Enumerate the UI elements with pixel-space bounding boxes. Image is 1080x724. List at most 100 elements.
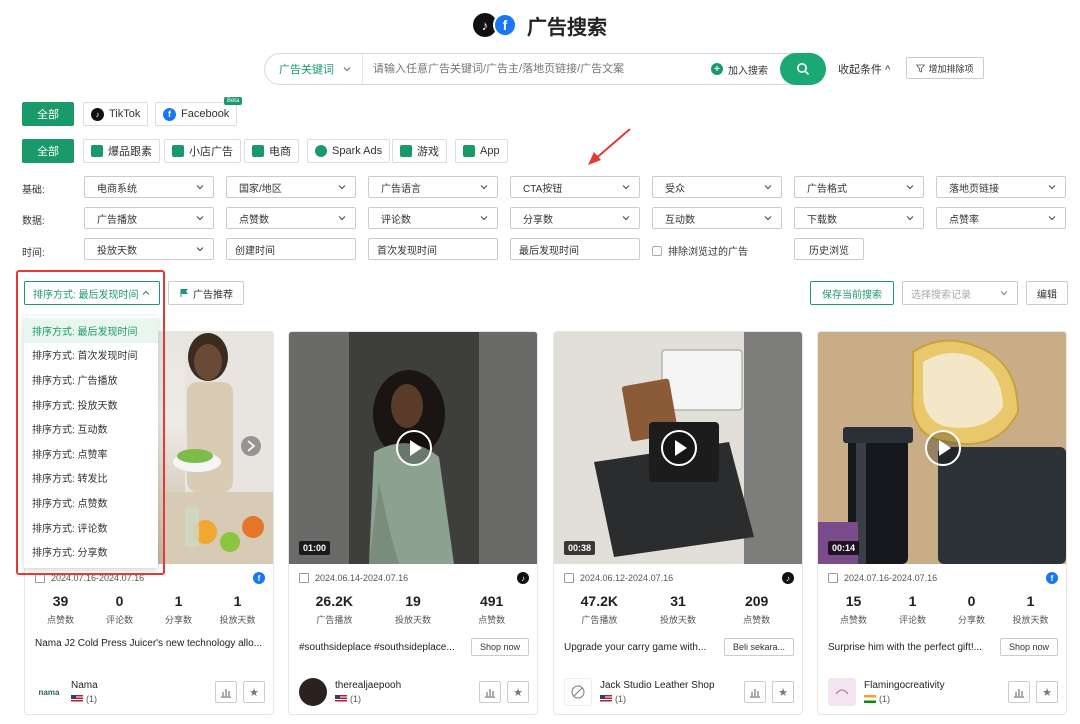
analytics-button[interactable] [744, 681, 766, 703]
sort-option-shares[interactable]: 排序方式: 分享数 [24, 539, 158, 564]
analytics-button[interactable] [1008, 681, 1030, 703]
filter-audience[interactable]: 受众 [652, 176, 782, 198]
filter-likes[interactable]: 点赞数 [226, 207, 356, 229]
search-input[interactable] [363, 63, 711, 75]
cta-button[interactable]: Shop now [470, 638, 529, 656]
collapse-conditions-toggle[interactable]: 收起条件 ^ [838, 61, 890, 77]
filter-ecommerce-system[interactable]: 电商系统 [84, 176, 214, 198]
add-search-button[interactable]: + 加入搜索 [711, 62, 768, 77]
avatar[interactable]: nama [35, 678, 63, 706]
stat-plays: 47.2K 广告播放 [579, 593, 619, 626]
favorite-button[interactable]: ★ [772, 681, 794, 703]
filter-ad-language[interactable]: 广告语言 [368, 176, 498, 198]
play-icon[interactable] [396, 430, 432, 466]
us-flag-icon [600, 695, 612, 703]
filter-label: 点赞率 [949, 214, 979, 226]
filter-label: 落地页链接 [949, 183, 999, 195]
us-flag-icon [71, 695, 83, 703]
avatar[interactable] [299, 678, 327, 706]
category-tab-hot[interactable]: 爆品跟素 [83, 139, 160, 163]
sort-option-last-seen[interactable]: 排序方式: 最后发现时间 [24, 318, 158, 343]
analytics-button[interactable] [215, 681, 237, 703]
filter-landing-page[interactable]: 落地页链接 [936, 176, 1066, 198]
ad-card[interactable]: 00:14 2024.07.16-2024.07.16 f 15 点赞数 1 评论数… [817, 331, 1067, 715]
sort-option-comments[interactable]: 排序方式: 评论数 [24, 515, 158, 540]
filter-ad-plays[interactable]: 广告播放 [84, 207, 214, 229]
ad-author: therealjaepooh (1) ★ [299, 678, 529, 706]
ad-description: Nama J2 Cold Press Juicer's new technolo… [35, 638, 263, 649]
filter-created-time[interactable]: 创建时间 [226, 238, 356, 260]
search-record-placeholder: 选择搜索记录 [911, 289, 971, 301]
platform-tab-tiktok[interactable]: ♪ TikTok [83, 102, 149, 126]
search-button[interactable] [780, 53, 826, 85]
filter-downloads[interactable]: 下载数 [794, 207, 924, 229]
ad-thumbnail[interactable]: 01:00 [289, 332, 537, 564]
exclude-viewed-checkbox[interactable]: 排除浏览过的广告 [652, 243, 748, 258]
category-tab-all[interactable]: 全部 [22, 139, 74, 163]
ad-card[interactable]: 01:00 2024.06.14-2024.07.16 ♪ 26.2K 广告播放 … [288, 331, 538, 715]
sort-option-like-rate[interactable]: 排序方式: 点赞率 [24, 441, 158, 466]
search-type-select[interactable]: 广告关键词 [265, 54, 363, 84]
filter-comments[interactable]: 评论数 [368, 207, 498, 229]
favorite-button[interactable]: ★ [507, 681, 529, 703]
sort-option-ad-plays[interactable]: 排序方式: 广告播放 [24, 367, 158, 392]
play-icon[interactable] [925, 430, 961, 466]
sort-option-days-running[interactable]: 排序方式: 投放天数 [24, 392, 158, 417]
stat-label: 投放天数 [394, 615, 431, 625]
author-name[interactable]: therealjaepooh [335, 680, 401, 691]
category-tab-ecommerce[interactable]: 电商 [244, 139, 299, 163]
author-name[interactable]: Jack Studio Leather Shop [600, 680, 715, 691]
favorite-button[interactable]: ★ [1036, 681, 1058, 703]
add-exclude-button[interactable]: 增加排除项 [906, 57, 984, 79]
filter-ad-format[interactable]: 广告格式 [794, 176, 924, 198]
save-search-button[interactable]: 保存当前搜索 [810, 281, 894, 305]
filter-first-seen[interactable]: 首次发现时间 [368, 238, 498, 260]
filter-label: 互动数 [665, 214, 695, 226]
author-name[interactable]: Nama [71, 680, 98, 691]
sort-option-share-ratio[interactable]: 排序方式: 转发比 [24, 466, 158, 491]
play-icon[interactable] [661, 430, 697, 466]
sort-option-likes[interactable]: 排序方式: 点赞数 [24, 490, 158, 515]
category-tab-spark-ads[interactable]: Spark Ads [307, 139, 391, 163]
ad-recommend-button[interactable]: 广告推荐 [168, 281, 244, 305]
facebook-icon: f [253, 572, 265, 584]
filter-cta-button[interactable]: CTA按钮 [510, 176, 640, 198]
cta-button[interactable]: Shop now [999, 638, 1058, 656]
filter-shares[interactable]: 分享数 [510, 207, 640, 229]
ad-thumbnail[interactable]: 00:38 [554, 332, 802, 564]
search-record-select[interactable]: 选择搜索记录 [902, 281, 1018, 305]
filter-days-running[interactable]: 投放天数 [84, 238, 214, 260]
ad-card[interactable]: 00:38 2024.06.12-2024.07.16 ♪ 47.2K 广告播放 … [553, 331, 803, 715]
analytics-button[interactable] [479, 681, 501, 703]
author-name[interactable]: Flamingocreativity [864, 680, 945, 691]
avatar[interactable] [564, 678, 592, 706]
edit-button[interactable]: 编辑 [1026, 281, 1068, 305]
filter-last-seen[interactable]: 最后发现时间 [510, 238, 640, 260]
filter-country[interactable]: 国家/地区 [226, 176, 356, 198]
sort-option-interactions[interactable]: 排序方式: 互动数 [24, 416, 158, 441]
tiktok-icon: ♪ [517, 572, 529, 584]
stat-value: 1 [1026, 593, 1035, 609]
platform-tab-facebook[interactable]: f Facebook Beta [155, 97, 243, 126]
chevron-down-icon [480, 216, 488, 221]
stat-value: 26.2K [315, 593, 353, 609]
category-tab-shop[interactable]: 小店广告 [164, 139, 241, 163]
filter-interactions[interactable]: 互动数 [652, 207, 782, 229]
history-button[interactable]: 历史浏览 [794, 238, 864, 260]
avatar[interactable] [828, 678, 856, 706]
chevron-down-icon [622, 185, 630, 190]
search-bar: 广告关键词 + 加入搜索 [264, 53, 826, 85]
ad-thumbnail[interactable]: 00:14 [818, 332, 1066, 564]
favorite-button[interactable]: ★ [243, 681, 265, 703]
filter-label: 投放天数 [97, 245, 137, 257]
sort-select[interactable]: 排序方式: 最后发现时间 [24, 281, 160, 305]
facebook-icon: f [163, 107, 176, 121]
ad-stats: 15 点赞数 1 评论数 0 分享数 1 投放天数 [818, 593, 1066, 626]
sort-option-first-seen[interactable]: 排序方式: 首次发现时间 [24, 343, 158, 368]
platform-tab-all[interactable]: 全部 [22, 102, 74, 126]
category-tab-games[interactable]: 游戏 [392, 139, 447, 163]
category-tab-app[interactable]: App [455, 139, 508, 163]
chevron-down-icon [196, 185, 204, 190]
cta-button[interactable]: Beli sekara... [723, 638, 794, 656]
filter-like-rate[interactable]: 点赞率 [936, 207, 1066, 229]
